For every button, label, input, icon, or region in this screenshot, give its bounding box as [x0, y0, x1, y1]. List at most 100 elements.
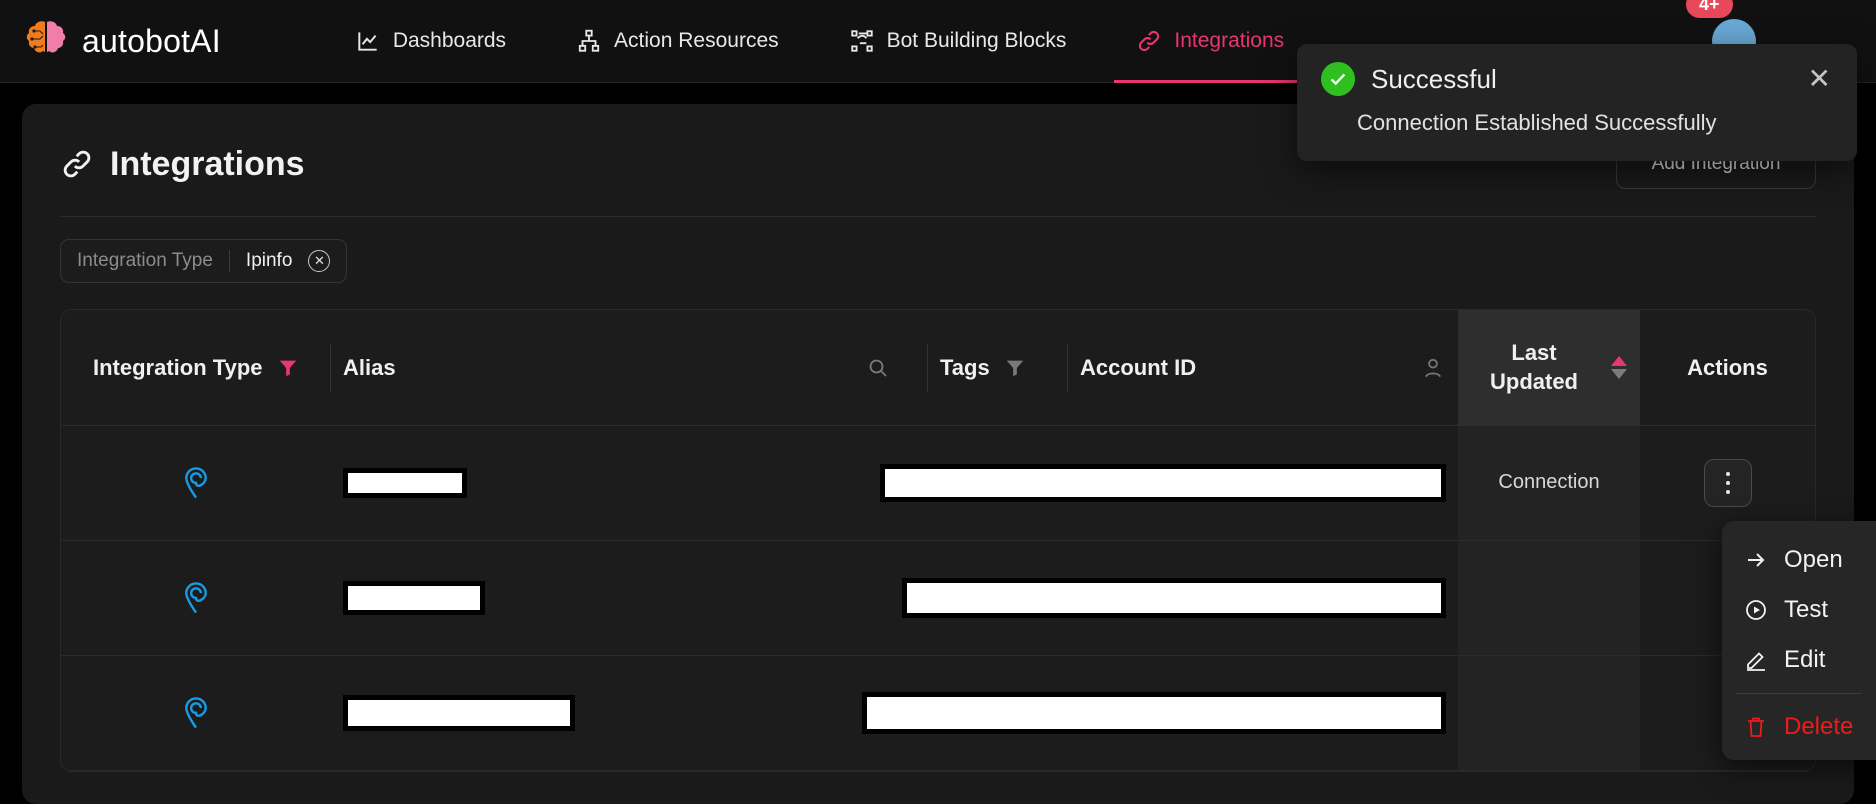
page-title-text: Integrations	[110, 144, 305, 183]
cell-account-id	[868, 426, 1458, 540]
check-circle-icon	[1321, 62, 1355, 96]
search-icon[interactable]	[866, 356, 890, 380]
brand-logo-area[interactable]: autobotAI	[22, 17, 221, 65]
column-label-alias: Alias	[343, 354, 396, 380]
column-label-account-id: Account ID	[1080, 354, 1197, 380]
circle-x-icon[interactable]: ✕	[308, 250, 331, 272]
cell-tags	[728, 426, 868, 540]
column-header-actions: Actions	[1640, 310, 1815, 425]
column-header-last-updated[interactable]: Last Updated	[1458, 310, 1640, 425]
ipinfo-pin-icon	[185, 697, 207, 729]
nav-label-integrations: Integrations	[1174, 29, 1285, 52]
cell-tags	[750, 541, 890, 655]
redacted-value	[343, 581, 485, 615]
toast-message: Connection Established Successfully	[1357, 110, 1717, 135]
redacted-value	[343, 468, 467, 498]
filter-chip-integration-type[interactable]: Integration Type Ipinfo ✕	[60, 239, 348, 283]
play-circle-icon	[1746, 600, 1766, 620]
context-menu-label-test: Test	[1784, 596, 1829, 623]
table-row[interactable]	[61, 541, 1815, 656]
link-icon	[1139, 30, 1160, 52]
column-label-tags: Tags	[940, 354, 990, 380]
nav-label-dashboards: Dashboards	[392, 29, 507, 52]
table-row[interactable]	[61, 656, 1815, 771]
link-icon	[63, 150, 91, 178]
cell-last-updated: Connection	[1458, 426, 1640, 540]
cell-last-updated	[1458, 541, 1640, 655]
notification-badge[interactable]: 4+	[1686, 0, 1733, 18]
ipinfo-pin-icon	[185, 582, 207, 614]
redacted-value	[902, 578, 1446, 618]
nav-item-action-resources[interactable]: Action Resources	[554, 0, 801, 83]
column-header-account-id[interactable]: Account ID	[1068, 310, 1458, 425]
kebab-dot	[1725, 472, 1730, 476]
hierarchy-icon	[578, 29, 600, 52]
filter-icon[interactable]	[1004, 357, 1026, 379]
column-label-last-updated: Last Updated	[1490, 340, 1578, 394]
context-menu-item-open[interactable]: Open	[1722, 535, 1876, 585]
brain-logo-icon	[26, 21, 66, 53]
context-menu-divider	[1736, 693, 1862, 694]
cell-integration-type	[61, 541, 331, 655]
nav-label-bot-building-blocks: Bot Building Blocks	[886, 29, 1067, 52]
trash-icon	[1748, 717, 1764, 737]
context-menu-item-delete[interactable]: Delete	[1722, 702, 1876, 752]
column-header-tags[interactable]: Tags	[928, 310, 1068, 425]
context-menu-item-test[interactable]: Test	[1722, 585, 1876, 635]
cell-tags	[710, 656, 850, 770]
chart-line-icon	[358, 32, 377, 51]
column-header-alias[interactable]: Alias	[331, 310, 928, 425]
close-icon[interactable]: ✕	[1808, 65, 1831, 93]
main-nav: Dashboards Action Resources Bot Building…	[333, 0, 1306, 83]
filter-chip-separator	[228, 250, 230, 272]
cell-alias	[331, 656, 710, 770]
cell-account-id	[890, 541, 1458, 655]
page-title: Integrations	[60, 145, 305, 184]
check-icon	[1330, 73, 1346, 86]
redacted-value	[880, 464, 1446, 502]
context-menu-label-edit: Edit	[1784, 646, 1826, 673]
sort-arrows-icon[interactable]	[1610, 356, 1628, 379]
filters-bar: Integration Type Ipinfo ✕	[22, 217, 1854, 283]
cell-last-updated	[1458, 656, 1640, 770]
nav-item-integrations[interactable]: Integrations	[1114, 0, 1306, 83]
filter-chip-key: Integration Type	[77, 250, 213, 271]
filter-icon-active[interactable]	[277, 357, 299, 379]
cell-alias	[331, 426, 728, 540]
cell-integration-type	[61, 656, 331, 770]
context-menu-label-open: Open	[1784, 546, 1843, 573]
blocks-icon	[850, 30, 873, 52]
nav-item-bot-building-blocks[interactable]: Bot Building Blocks	[827, 0, 1089, 83]
last-updated-text: Connection	[1498, 471, 1600, 494]
cell-integration-type	[61, 426, 331, 540]
toast-header: Successful ✕	[1321, 62, 1831, 96]
column-label-actions: Actions	[1687, 354, 1768, 380]
context-menu-label-delete: Delete	[1784, 713, 1854, 740]
integrations-table: Integration Type Alias Tags Account ID L…	[60, 309, 1816, 772]
row-context-menu: Open Test Edit Delete	[1722, 521, 1876, 760]
toast-notification: Successful ✕ Connection Established Succ…	[1297, 44, 1857, 161]
context-menu-item-edit[interactable]: Edit	[1722, 635, 1876, 685]
nav-item-dashboards[interactable]: Dashboards	[333, 0, 528, 83]
column-header-integration-type[interactable]: Integration Type	[61, 310, 331, 425]
sort-desc-icon	[1611, 369, 1627, 379]
ipinfo-pin-icon	[185, 467, 207, 499]
brand-name: autobotAI	[82, 22, 221, 59]
kebab-menu-icon[interactable]	[1703, 459, 1752, 507]
cell-account-id	[850, 656, 1458, 770]
kebab-dot	[1725, 490, 1730, 494]
arrow-right-icon	[1748, 553, 1765, 567]
sort-asc-icon	[1611, 356, 1627, 366]
nav-label-action-resources: Action Resources	[614, 29, 779, 52]
table-row[interactable]: Connection	[61, 426, 1815, 541]
pencil-icon	[1747, 652, 1765, 671]
toast-title: Successful	[1371, 63, 1497, 94]
integrations-page: Integrations Add Integration Integration…	[22, 104, 1854, 804]
filter-chip-value: Ipinfo	[245, 250, 293, 271]
table-header-row: Integration Type Alias Tags Account ID L…	[61, 310, 1815, 426]
cell-alias	[331, 541, 750, 655]
redacted-value	[343, 695, 575, 731]
kebab-dot	[1725, 481, 1730, 485]
person-icon[interactable]	[1420, 355, 1446, 381]
column-label-integration-type: Integration Type	[93, 354, 263, 380]
